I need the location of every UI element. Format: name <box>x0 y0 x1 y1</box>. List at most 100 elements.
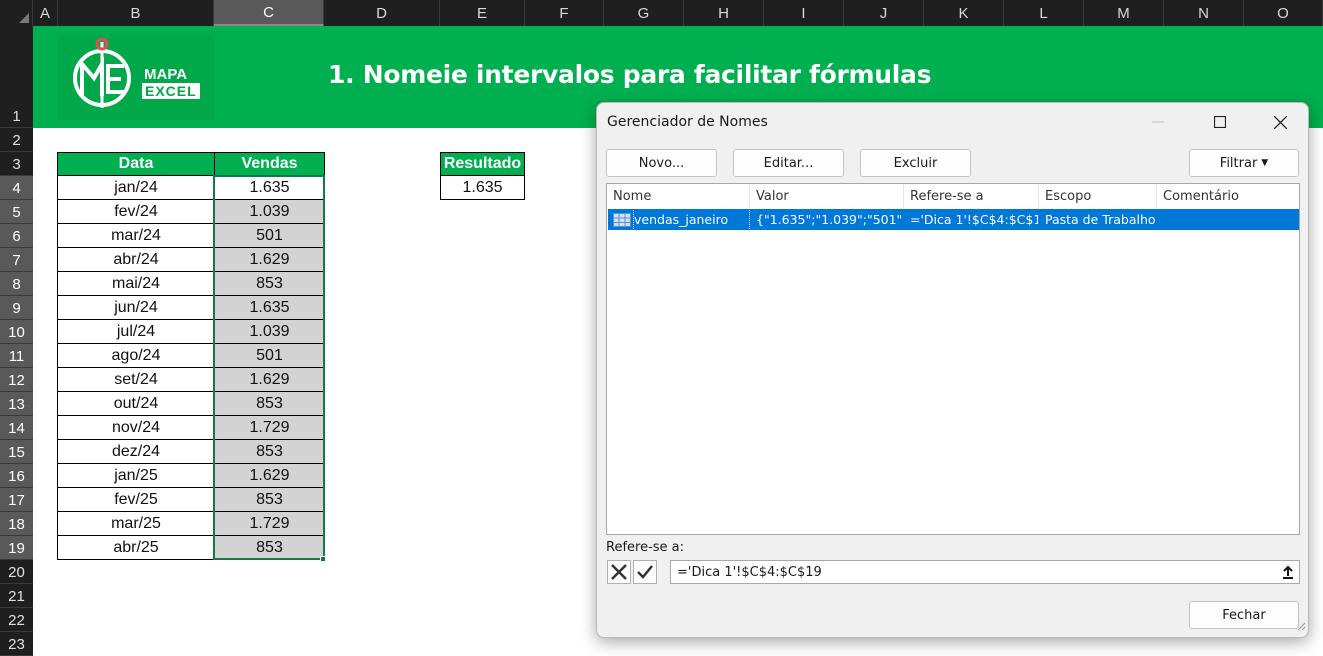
column-header-i[interactable]: I <box>764 0 844 26</box>
table-cell-date[interactable]: jun/24 <box>57 296 215 320</box>
refers-to-input[interactable]: ='Dica 1'!$C$4:$C$19 <box>670 560 1300 584</box>
new-button[interactable]: Novo... <box>606 149 717 177</box>
column-header-l[interactable]: L <box>1004 0 1084 26</box>
table-cell-sales[interactable]: 853 <box>214 536 325 560</box>
row-header-1[interactable]: 1 <box>0 26 33 128</box>
row-header-4[interactable]: 4 <box>0 176 33 200</box>
column-header-name[interactable]: Nome <box>607 184 750 208</box>
table-cell-sales[interactable]: 853 <box>214 272 325 296</box>
row-header-3[interactable]: 3 <box>0 152 33 176</box>
select-all-corner[interactable] <box>0 0 33 26</box>
refers-to-label: Refere-se a: <box>606 540 685 555</box>
table-cell-date[interactable]: jan/25 <box>57 464 215 488</box>
row-header-13[interactable]: 13 <box>0 392 33 416</box>
row-header-23[interactable]: 23 <box>0 632 33 656</box>
page-title: 1. Nomeie intervalos para facilitar fórm… <box>328 60 932 89</box>
column-header-c[interactable]: C <box>214 0 324 26</box>
table-cell-sales[interactable]: 1.729 <box>214 512 325 536</box>
table-cell-date[interactable]: dez/24 <box>57 440 215 464</box>
table-cell-date[interactable]: fev/25 <box>57 488 215 512</box>
table-cell-date[interactable]: mar/24 <box>57 224 215 248</box>
row-header-8[interactable]: 8 <box>0 272 33 296</box>
table-cell-sales[interactable]: 501 <box>214 224 325 248</box>
maximize-button[interactable] <box>1197 107 1243 137</box>
table-cell-sales[interactable]: 1.729 <box>214 416 325 440</box>
row-header-14[interactable]: 14 <box>0 416 33 440</box>
table-cell-date[interactable]: ago/24 <box>57 344 215 368</box>
column-header-e[interactable]: E <box>440 0 525 26</box>
list-item[interactable]: vendas_janeiro {"1.635";"1.039";"501";".… <box>608 208 1299 231</box>
table-cell-sales[interactable]: 501 <box>214 344 325 368</box>
header-vendas[interactable]: Vendas <box>214 152 325 176</box>
column-header-b[interactable]: B <box>58 0 214 26</box>
column-header-d[interactable]: D <box>324 0 440 26</box>
row-header-11[interactable]: 11 <box>0 344 33 368</box>
column-header-refers[interactable]: Refere-se a <box>904 184 1039 208</box>
entry-comment <box>1163 209 1293 230</box>
row-header-10[interactable]: 10 <box>0 320 33 344</box>
column-header-j[interactable]: J <box>844 0 924 26</box>
row-header-16[interactable]: 16 <box>0 464 33 488</box>
close-window-button[interactable] <box>1257 107 1303 137</box>
table-cell-date[interactable]: fev/24 <box>57 200 215 224</box>
table-cell-date[interactable]: mai/24 <box>57 272 215 296</box>
row-header-15[interactable]: 15 <box>0 440 33 464</box>
row-header-9[interactable]: 9 <box>0 296 33 320</box>
column-header-o[interactable]: O <box>1244 0 1323 26</box>
column-header-m[interactable]: M <box>1084 0 1164 26</box>
row-header-21[interactable]: 21 <box>0 584 33 608</box>
header-data[interactable]: Data <box>57 152 215 176</box>
names-list[interactable]: Nome Valor Refere-se a Escopo Comentário… <box>606 183 1300 535</box>
table-cell-date[interactable]: jul/24 <box>57 320 215 344</box>
table-cell-sales[interactable]: 1.039 <box>214 320 325 344</box>
column-header-comment[interactable]: Comentário <box>1157 184 1299 208</box>
column-header-f[interactable]: F <box>525 0 604 26</box>
table-cell-date[interactable]: abr/24 <box>57 248 215 272</box>
table-cell-date[interactable]: set/24 <box>57 368 215 392</box>
cancel-edit-button[interactable] <box>607 560 631 584</box>
row-header-17[interactable]: 17 <box>0 488 33 512</box>
row-header-5[interactable]: 5 <box>0 200 33 224</box>
row-header-19[interactable]: 19 <box>0 536 33 560</box>
table-cell-sales[interactable]: 853 <box>214 440 325 464</box>
table-cell-date[interactable]: out/24 <box>57 392 215 416</box>
close-button[interactable]: Fechar <box>1189 601 1299 629</box>
row-header-6[interactable]: 6 <box>0 224 33 248</box>
collapse-dialog-icon[interactable] <box>1281 564 1295 584</box>
table-cell-sales[interactable]: 1.635 <box>214 176 325 200</box>
result-value[interactable]: 1.635 <box>440 176 525 200</box>
column-header-a[interactable]: A <box>33 0 58 26</box>
table-cell-sales[interactable]: 853 <box>214 488 325 512</box>
column-header-g[interactable]: G <box>604 0 684 26</box>
row-header-2[interactable]: 2 <box>0 128 33 152</box>
table-cell-sales[interactable]: 853 <box>214 392 325 416</box>
table-cell-sales[interactable]: 1.629 <box>214 464 325 488</box>
edit-button[interactable]: Editar... <box>733 149 844 177</box>
row-header-20[interactable]: 20 <box>0 560 33 584</box>
column-header-value[interactable]: Valor <box>750 184 904 208</box>
table-cell-date[interactable]: abr/25 <box>57 536 215 560</box>
row-header-7[interactable]: 7 <box>0 248 33 272</box>
column-header-h[interactable]: H <box>684 0 764 26</box>
maximize-icon <box>1214 116 1226 128</box>
table-cell-date[interactable]: jan/24 <box>57 176 215 200</box>
table-cell-sales[interactable]: 1.635 <box>214 296 325 320</box>
filter-button[interactable]: Filtrar ▼ <box>1189 149 1299 177</box>
table-cell-sales[interactable]: 1.629 <box>214 248 325 272</box>
row-header-12[interactable]: 12 <box>0 368 33 392</box>
row-header-22[interactable]: 22 <box>0 608 33 632</box>
delete-button[interactable]: Excluir <box>860 149 971 177</box>
fill-handle[interactable] <box>320 556 326 562</box>
table-cell-sales[interactable]: 1.629 <box>214 368 325 392</box>
column-header-n[interactable]: N <box>1164 0 1244 26</box>
table-cell-date[interactable]: mar/25 <box>57 512 215 536</box>
column-header-k[interactable]: K <box>924 0 1004 26</box>
result-header[interactable]: Resultado <box>440 152 525 176</box>
table-cell-sales[interactable]: 1.039 <box>214 200 325 224</box>
entry-value: {"1.635";"1.039";"501";"... <box>756 212 902 227</box>
confirm-edit-button[interactable] <box>633 560 657 584</box>
table-cell-date[interactable]: nov/24 <box>57 416 215 440</box>
column-header-scope[interactable]: Escopo <box>1039 184 1157 208</box>
resize-grip-icon[interactable] <box>1296 616 1306 635</box>
row-header-18[interactable]: 18 <box>0 512 33 536</box>
